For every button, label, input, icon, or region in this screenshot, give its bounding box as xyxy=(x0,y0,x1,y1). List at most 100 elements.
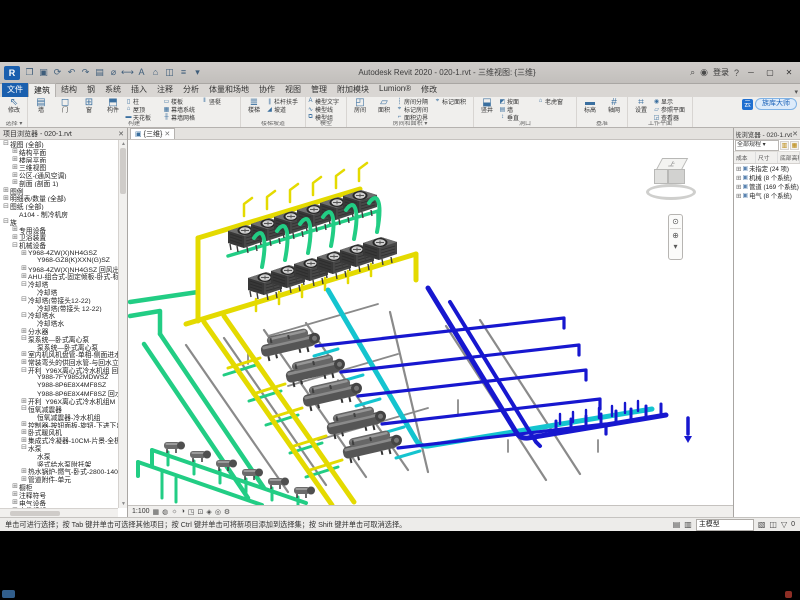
tree-item[interactable]: ⊟ 泵系统—卧式离心泵 xyxy=(0,335,118,343)
plugin-cloud-icon[interactable]: 云 xyxy=(742,99,753,110)
tab-architecture[interactable]: 建筑 xyxy=(28,83,56,97)
view-tab-close-icon[interactable]: ✕ xyxy=(164,130,170,138)
tab-lumion[interactable]: Lumion® xyxy=(374,83,416,97)
tree-item[interactable]: ⊞ 卧式暖风机 xyxy=(0,428,118,436)
tree-item[interactable]: ⊟ 视图 (全部) xyxy=(0,140,118,148)
minimize-button[interactable]: ─ xyxy=(744,68,758,77)
btn-dormer[interactable]: ⌂老虎窗 xyxy=(537,97,575,105)
tree-expand-icon[interactable]: ⊞ xyxy=(20,421,28,428)
tree-expand-icon[interactable]: ⊞ xyxy=(11,499,19,506)
system-tree-item[interactable]: ⊞ ▣ 未指定 (24 项) xyxy=(734,164,800,173)
view-cube-front-face[interactable] xyxy=(668,169,685,184)
btn-wall-opening[interactable]: ▤墙 xyxy=(499,105,537,113)
tree-expand-icon[interactable]: ⊞ xyxy=(736,183,741,191)
background-processes-icon[interactable]: ◫ xyxy=(769,520,777,529)
btn-grid[interactable]: #轴网 xyxy=(602,97,626,121)
tree-item[interactable]: ⊟ 恒氧减震器 xyxy=(0,405,118,413)
tree-item[interactable]: ⊞ AHU-组合式-固定倾板-卧式-标准-2000-50 xyxy=(0,273,118,281)
tree-item[interactable]: ⊞ 热水锅炉-燃气-卧式-2800-14000 kW xyxy=(0,467,118,475)
btn-model-text[interactable]: A模型文字 xyxy=(307,97,345,105)
tree-item[interactable]: ⊞ 常装弯头的供回水管-与回水立管接-适用M5 xyxy=(0,358,118,366)
btn-roof[interactable]: ⌂屋顶 xyxy=(125,105,163,113)
tree-item[interactable]: 冷却塔 xyxy=(0,288,118,296)
tab-structure[interactable]: 结构 xyxy=(56,83,82,97)
search-icon[interactable]: ⌕ xyxy=(690,67,695,78)
tree-item[interactable]: 水泵 xyxy=(0,452,118,460)
tree-expand-icon[interactable]: ⊞ xyxy=(20,359,28,366)
expand-all-icon[interactable]: ▥ xyxy=(780,141,789,150)
tree-expand-icon[interactable]: ⊞ xyxy=(20,437,28,444)
tab-addins[interactable]: 附加模块 xyxy=(332,83,374,97)
tree-item[interactable]: A104 - 制冷机房 xyxy=(0,210,118,218)
revit-logo-icon[interactable]: R xyxy=(4,66,20,80)
btn-model-group[interactable]: ⧉模型组 xyxy=(307,113,345,121)
tree-expand-icon[interactable]: ⊞ xyxy=(20,398,28,405)
tree-item[interactable]: ⊞ Y968-4ZW(X)NH4GSZ xyxy=(0,249,118,257)
project-browser-header[interactable]: 项目浏览器 - 020-1.rvt ✕ xyxy=(0,128,127,140)
column-header[interactable]: 底部高程 xyxy=(778,152,800,163)
tree-item[interactable]: 冷却塔(带接头 12-22) xyxy=(0,304,118,312)
print-icon[interactable]: ▤ xyxy=(93,66,106,79)
btn-component[interactable]: ⬒构件 xyxy=(101,97,125,121)
tree-expand-icon[interactable]: ⊟ xyxy=(20,312,28,319)
open-icon[interactable]: ❐ xyxy=(23,66,36,79)
save-icon[interactable]: ▣ xyxy=(37,66,50,79)
view-cube-left-face[interactable] xyxy=(654,169,668,184)
tree-expand-icon[interactable]: ⊟ xyxy=(11,242,19,249)
btn-mullion[interactable]: ‖竖梃 xyxy=(201,97,239,105)
tree-item[interactable]: ⊞ 开利_Y96X离心式冷水机组M xyxy=(0,397,118,405)
btn-vertical-opening[interactable]: ↕垂直 xyxy=(499,113,537,121)
tree-expand-icon[interactable]: ⊞ xyxy=(2,195,10,202)
btn-ref-plane[interactable]: ▱参照平面 xyxy=(653,105,691,113)
text-icon[interactable]: A xyxy=(135,66,148,79)
tree-expand-icon[interactable]: ⊞ xyxy=(20,273,28,280)
tree-expand-icon[interactable]: ⊞ xyxy=(11,491,19,498)
btn-railing[interactable]: ∥栏杆扶手 xyxy=(266,97,304,105)
scale-button[interactable]: 1:100 xyxy=(132,508,150,515)
tree-expand-icon[interactable]: ⊞ xyxy=(736,192,741,200)
btn-door[interactable]: ◻门 xyxy=(53,97,77,121)
ribbon-display-toggle-icon[interactable]: ▾ xyxy=(794,88,798,96)
tree-item[interactable]: ⊞ 管道附件-单元 xyxy=(0,475,118,483)
tree-expand-icon[interactable]: ⊞ xyxy=(20,328,28,335)
tree-expand-icon[interactable]: ⊞ xyxy=(2,187,10,194)
view-cube-compass[interactable] xyxy=(646,184,696,200)
tree-expand-icon[interactable]: ⊞ xyxy=(11,156,19,163)
tree-item[interactable]: ⊞ 图例 xyxy=(0,187,118,195)
system-tree-item[interactable]: ⊞ ▣ 管道 (169 个系统) xyxy=(734,182,800,191)
worksets-icon[interactable]: ▤ xyxy=(673,520,681,529)
navbar-expand-icon[interactable]: ▾ xyxy=(673,242,677,251)
btn-floor[interactable]: ▭楼板 xyxy=(163,97,201,105)
tab-annotate[interactable]: 注释 xyxy=(152,83,178,97)
tree-item[interactable]: ⊞ 橱柜 xyxy=(0,483,118,491)
tree-expand-icon[interactable]: ⊞ xyxy=(11,164,19,171)
tab-insert[interactable]: 插入 xyxy=(126,83,152,97)
tree-expand-icon[interactable]: ⊟ xyxy=(20,405,28,412)
restore-button[interactable]: ▢ xyxy=(763,68,777,77)
btn-column[interactable]: ▯柱 xyxy=(125,97,163,105)
steering-wheel-icon[interactable]: ⊙ xyxy=(672,217,679,226)
system-tree-item[interactable]: ⊞ ▣ 机械 (8 个系统) xyxy=(734,173,800,182)
tree-expand-icon[interactable]: ⊞ xyxy=(11,226,19,233)
btn-modify[interactable]: ⇖修改 xyxy=(2,97,26,121)
tree-item[interactable]: ⊞ 结构平面 xyxy=(0,148,118,156)
visual-style-icon[interactable]: ◍ xyxy=(162,508,168,516)
btn-tag-area[interactable]: ⌖标记面积 xyxy=(434,97,472,105)
selection-filter-icon[interactable]: ▽ xyxy=(781,520,787,529)
tree-item[interactable]: 恒氧减震器-冷水机组 xyxy=(0,413,118,421)
tree-item[interactable]: ⊞ Y968-4ZW(X)NH4GSZ 回风出置 xyxy=(0,265,118,273)
tab-file[interactable]: 文件 xyxy=(2,83,28,97)
tree-item[interactable]: ⊞ 公区-(通风空调) xyxy=(0,171,118,179)
tree-item[interactable]: ⊞ 三维视图 xyxy=(0,163,118,171)
tree-item[interactable]: ⊞ 专用设备 xyxy=(0,226,118,234)
tree-item[interactable]: ⊟ 图纸 (全部) xyxy=(0,202,118,210)
btn-room-separator[interactable]: ┆房间分隔 xyxy=(396,97,434,105)
btn-show-workplane[interactable]: ◉显示 xyxy=(653,97,691,105)
tree-item[interactable]: ⊞ 电气设备 xyxy=(0,499,118,507)
customize-qat-icon[interactable]: ▾ xyxy=(191,66,204,79)
tree-item[interactable]: ⊟ 冷却塔水 xyxy=(0,312,118,320)
sun-path-icon[interactable]: ☼ xyxy=(171,508,177,516)
zoom-icon[interactable]: ⊕ xyxy=(672,231,679,240)
redo-icon[interactable]: ↷ xyxy=(79,66,92,79)
tree-item[interactable]: 泵系统—卧式离心泵 xyxy=(0,343,118,351)
